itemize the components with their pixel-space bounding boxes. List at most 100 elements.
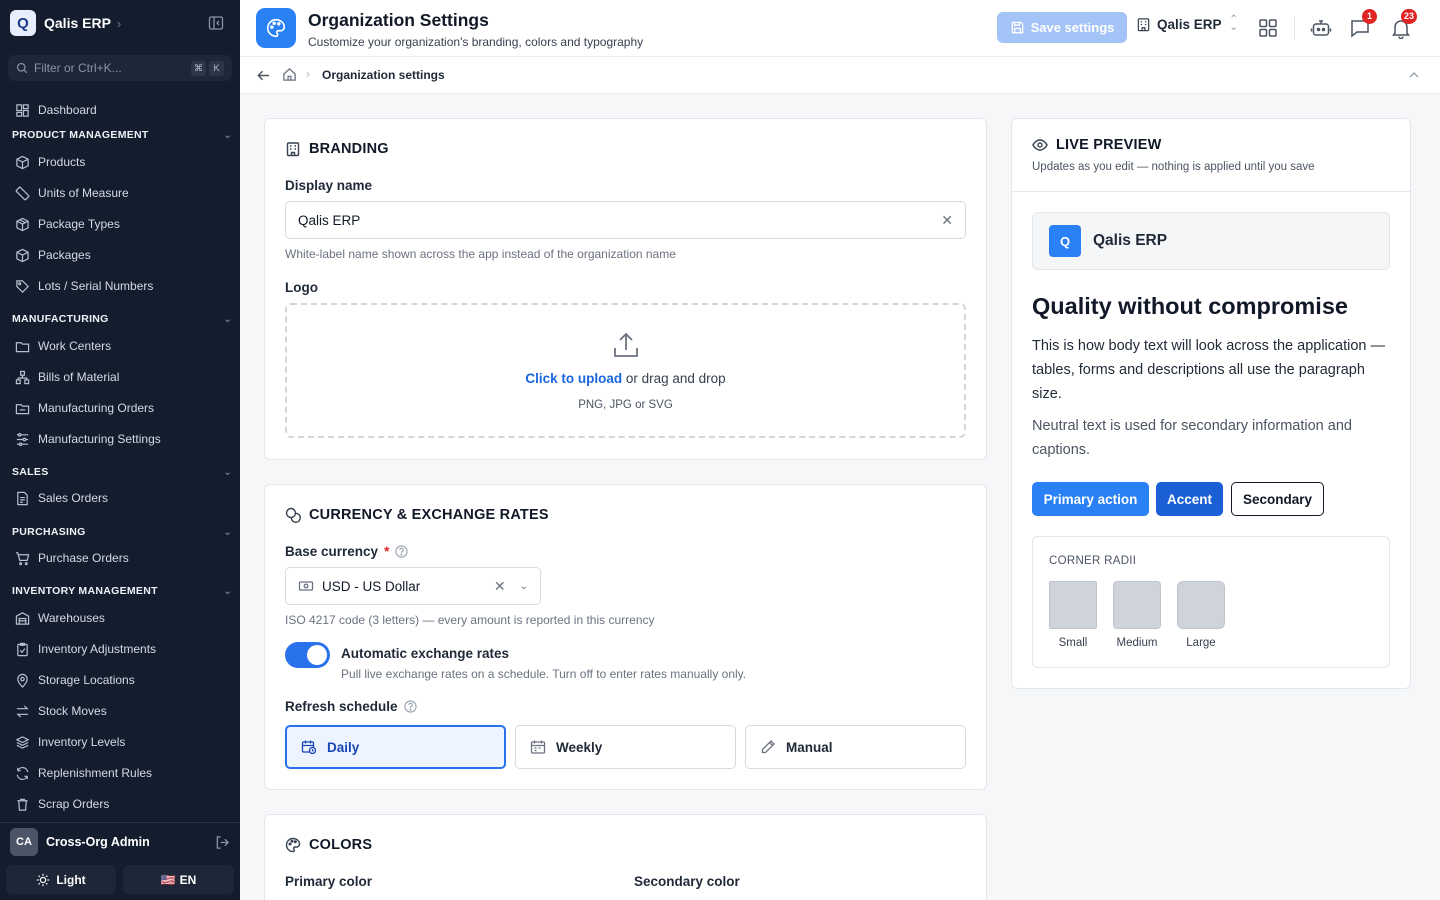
section-product-management[interactable]: PRODUCT MANAGEMENT ⌄ — [12, 129, 232, 141]
sidebar-item-replenishment[interactable]: Replenishment Rules — [0, 758, 240, 788]
language-button[interactable]: 🇺🇸 EN — [123, 865, 234, 894]
colors-card: COLORS Primary color Secondary color — [264, 814, 987, 900]
card-title-text: LIVE PREVIEW — [1056, 137, 1162, 153]
sidebar: Q Qalis ERP › ⌘ K Dashboard PRODUCT MANA… — [0, 0, 240, 900]
dashboard-icon — [16, 103, 29, 117]
assistant-bot-icon[interactable] — [1310, 17, 1332, 39]
back-arrow-icon[interactable] — [256, 68, 271, 83]
sidebar-item-boms[interactable]: Bills of Material — [0, 362, 240, 392]
preview-body-text: This is how body text will look across t… — [1032, 338, 1385, 402]
sidebar-item-scrap[interactable]: Scrap Orders — [0, 789, 240, 819]
display-name-field[interactable]: Qalis ERP ✕ — [285, 201, 966, 239]
section-sales[interactable]: SALES ⌄ — [12, 466, 232, 478]
apps-grid-icon[interactable] — [1257, 17, 1279, 39]
radius-swatch-large — [1177, 581, 1225, 629]
sidebar-item-purchase-orders[interactable]: Purchase Orders — [0, 543, 240, 573]
preview-divider — [1012, 191, 1410, 192]
section-manufacturing[interactable]: MANUFACTURING ⌄ — [12, 313, 232, 325]
kbd-cmd: ⌘ — [191, 60, 206, 76]
preview-subtitle: Updates as you edit — nothing is applied… — [1032, 161, 1315, 173]
base-currency-value: USD - US Dollar — [322, 578, 421, 594]
section-purchasing[interactable]: PURCHASING ⌄ — [12, 526, 232, 538]
chevron-up-icon[interactable] — [1407, 68, 1421, 82]
sidebar-item-label: Products — [38, 155, 86, 169]
clear-icon[interactable]: ✕ — [941, 212, 953, 229]
clear-icon[interactable]: ✕ — [494, 578, 506, 595]
click-to-upload-link[interactable]: Click to upload — [525, 371, 622, 386]
sidebar-item-storage[interactable]: Storage Locations — [0, 665, 240, 695]
preview-logo: Q — [1049, 225, 1081, 257]
help-icon[interactable] — [395, 545, 408, 558]
sidebar-item-lots[interactable]: Lots / Serial Numbers — [0, 271, 240, 301]
sidebar-search[interactable]: ⌘ K — [8, 55, 232, 81]
label-text: Refresh schedule — [285, 699, 398, 714]
sidebar-item-sales-orders[interactable]: Sales Orders — [0, 483, 240, 513]
breadcrumb-separator: › — [306, 67, 310, 81]
logo-dropzone[interactable]: Click to upload or drag and drop PNG, JP… — [285, 303, 966, 438]
sidebar-item-warehouses[interactable]: Warehouses — [0, 603, 240, 633]
tag-icon — [16, 279, 29, 293]
sidebar-item-uom[interactable]: Units of Measure — [0, 178, 240, 208]
chevron-down-icon: ⌄ — [223, 129, 232, 141]
org-switcher[interactable]: Q Qalis ERP › — [10, 10, 121, 36]
sidebar-item-mfg-settings[interactable]: Manufacturing Settings — [0, 424, 240, 454]
schedule-option-weekly[interactable]: Weekly — [515, 725, 736, 769]
chevron-down-icon[interactable]: ⌄ — [520, 581, 528, 592]
user-menu[interactable]: CA Cross-Org Admin — [10, 828, 230, 856]
help-icon[interactable] — [403, 700, 417, 713]
corner-radii-title: CORNER RADII — [1049, 555, 1137, 567]
save-settings-button[interactable]: Save settings — [997, 12, 1127, 43]
arrows-swap-icon — [16, 704, 29, 718]
section-inventory[interactable]: INVENTORY MANAGEMENT ⌄ — [12, 585, 232, 597]
home-icon[interactable] — [282, 67, 297, 82]
base-currency-select[interactable]: USD - US Dollar ✕ ⌄ — [285, 567, 541, 605]
chevron-right-icon: › — [116, 15, 122, 31]
radius-swatch-medium — [1113, 581, 1161, 629]
sun-icon — [37, 873, 50, 886]
sidebar-item-label: Scrap Orders — [38, 797, 110, 811]
sidebar-item-levels[interactable]: Inventory Levels — [0, 727, 240, 757]
preview-primary-button[interactable]: Primary action — [1032, 482, 1149, 516]
page-title: Organization Settings — [308, 10, 489, 30]
organization-selector[interactable]: Qalis ERP ⌃ ⌄ — [1136, 14, 1238, 33]
pencil-icon — [761, 740, 775, 754]
schedule-option-daily[interactable]: Daily — [285, 725, 506, 769]
layers-icon — [15, 735, 30, 749]
search-input[interactable] — [34, 61, 174, 75]
sidebar-item-products[interactable]: Products — [0, 147, 240, 177]
sidebar-item-label: Manufacturing Orders — [38, 401, 155, 415]
section-label: MANUFACTURING — [12, 313, 109, 325]
colors-title: COLORS — [285, 837, 372, 853]
clipboard-icon — [17, 642, 28, 656]
preview-accent-button[interactable]: Accent — [1156, 482, 1223, 516]
secondary-color-label: Secondary color — [634, 874, 740, 889]
sidebar-item-label: Stock Moves — [38, 704, 107, 718]
label-text: Base currency — [285, 544, 379, 559]
preview-brand-bar: Q Qalis ERP — [1032, 212, 1390, 270]
sidebar-item-work-centers[interactable]: Work Centers — [0, 331, 240, 361]
upload-icon — [614, 332, 638, 357]
kbd-k: K — [209, 60, 224, 76]
logout-icon[interactable] — [215, 835, 230, 850]
collapse-sidebar-icon[interactable] — [208, 15, 224, 31]
sidebar-item-label: Work Centers — [38, 339, 112, 353]
auto-exchange-toggle[interactable] — [285, 642, 330, 668]
us-flag-icon: 🇺🇸 — [160, 872, 176, 887]
upload-text: Click to upload or drag and drop — [287, 371, 964, 386]
sidebar-item-dashboard[interactable]: Dashboard — [0, 95, 240, 125]
sidebar-item-mos[interactable]: Manufacturing Orders — [0, 393, 240, 423]
schedule-option-manual[interactable]: Manual — [745, 725, 966, 769]
sidebar-item-package-types[interactable]: Package Types — [0, 209, 240, 239]
chevron-updown-icon: ⌃ ⌄ — [1229, 14, 1238, 33]
auto-exchange-label: Automatic exchange rates — [341, 646, 510, 661]
sidebar-item-label: Inventory Adjustments — [38, 642, 157, 656]
display-name-value: Qalis ERP — [298, 212, 361, 228]
sidebar-item-stock-moves[interactable]: Stock Moves — [0, 696, 240, 726]
chevron-down-icon: ⌄ — [223, 466, 232, 478]
sidebar-item-packages[interactable]: Packages — [0, 240, 240, 270]
base-currency-label: Base currency * — [285, 544, 408, 559]
preview-secondary-button[interactable]: Secondary — [1231, 482, 1324, 516]
theme-toggle-button[interactable]: Light — [6, 865, 116, 894]
map-pin-icon — [17, 673, 28, 688]
sidebar-item-adjustments[interactable]: Inventory Adjustments — [0, 634, 240, 664]
